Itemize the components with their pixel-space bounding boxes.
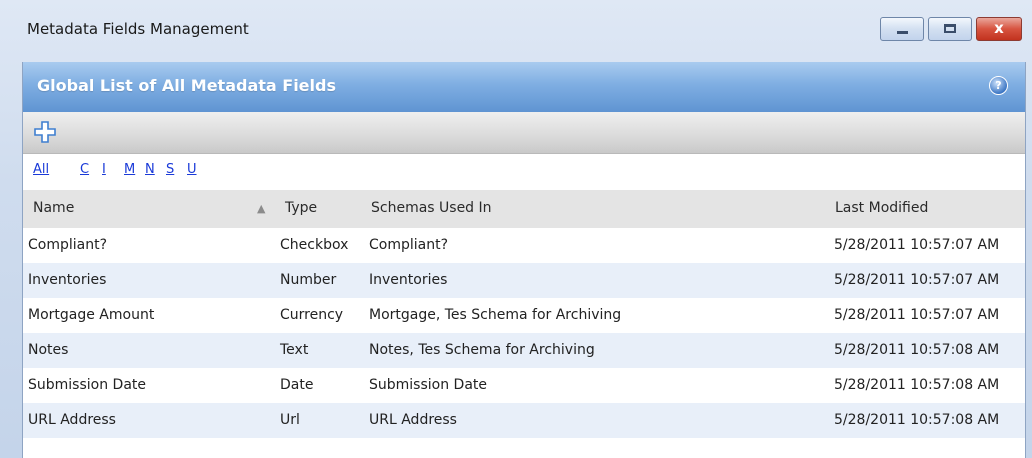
sort-ascending-icon: ▲ bbox=[257, 202, 266, 215]
cell-type: Text bbox=[280, 342, 309, 358]
cell-type: Checkbox bbox=[280, 237, 349, 253]
window-title: Metadata Fields Management bbox=[27, 20, 249, 38]
cell-last-modified: 5/28/2011 10:57:08 AM bbox=[834, 342, 1000, 358]
column-header-schemas[interactable]: Schemas Used In bbox=[371, 200, 492, 216]
alphabet-filter: All C I M N S U bbox=[23, 154, 1025, 190]
cell-type: Number bbox=[280, 272, 337, 288]
panel-header: Global List of All Metadata Fields ? bbox=[23, 62, 1025, 112]
minimize-icon bbox=[897, 31, 908, 34]
cell-last-modified: 5/28/2011 10:57:08 AM bbox=[834, 412, 1000, 428]
grid-body: Compliant? Checkbox Compliant? 5/28/2011… bbox=[23, 228, 1025, 438]
cell-schemas: Inventories bbox=[369, 272, 448, 288]
minimize-button[interactable] bbox=[880, 17, 924, 41]
cell-type: Url bbox=[280, 412, 300, 428]
column-header-last-modified[interactable]: Last Modified bbox=[835, 200, 928, 216]
cell-name: Submission Date bbox=[28, 377, 147, 393]
cell-schemas: Submission Date bbox=[369, 377, 488, 393]
cell-last-modified: 5/28/2011 10:57:08 AM bbox=[834, 377, 1000, 393]
table-row[interactable]: URL Address Url URL Address 5/28/2011 10… bbox=[23, 403, 1025, 438]
filter-letter-s[interactable]: S bbox=[166, 162, 174, 177]
table-row[interactable]: Notes Text Notes, Tes Schema for Archivi… bbox=[23, 333, 1025, 368]
grid-header: Name ▲ Type Schemas Used In Last Modifie… bbox=[23, 190, 1025, 228]
filter-letter-m[interactable]: M bbox=[124, 162, 135, 177]
cell-schemas: URL Address bbox=[369, 412, 457, 428]
table-row[interactable]: Mortgage Amount Currency Mortgage, Tes S… bbox=[23, 298, 1025, 333]
maximize-icon bbox=[944, 24, 956, 33]
cell-type: Date bbox=[280, 377, 314, 393]
cell-name: Compliant? bbox=[28, 237, 108, 253]
cell-last-modified: 5/28/2011 10:57:07 AM bbox=[834, 272, 1000, 288]
cell-name: Inventories bbox=[28, 272, 107, 288]
cell-schemas: Notes, Tes Schema for Archiving bbox=[369, 342, 595, 358]
plus-icon[interactable] bbox=[33, 120, 57, 144]
cell-last-modified: 5/28/2011 10:57:07 AM bbox=[834, 307, 1000, 323]
close-button[interactable]: x bbox=[976, 17, 1022, 41]
close-icon: x bbox=[994, 19, 1004, 37]
cell-name: Notes bbox=[28, 342, 69, 358]
help-icon[interactable]: ? bbox=[989, 76, 1008, 95]
column-header-name[interactable]: Name bbox=[33, 200, 74, 216]
cell-name: Mortgage Amount bbox=[28, 307, 155, 323]
maximize-button[interactable] bbox=[928, 17, 972, 41]
cell-type: Currency bbox=[280, 307, 344, 323]
table-row[interactable]: Compliant? Checkbox Compliant? 5/28/2011… bbox=[23, 228, 1025, 263]
cell-schemas: Mortgage, Tes Schema for Archiving bbox=[369, 307, 622, 323]
cell-last-modified: 5/28/2011 10:57:07 AM bbox=[834, 237, 1000, 253]
filter-letter-i[interactable]: I bbox=[102, 162, 106, 177]
title-bar[interactable]: Metadata Fields Management x bbox=[0, 0, 1032, 62]
filter-letter-n[interactable]: N bbox=[145, 162, 155, 177]
column-header-type[interactable]: Type bbox=[285, 200, 317, 216]
metadata-panel: Global List of All Metadata Fields ? All… bbox=[22, 62, 1026, 458]
filter-letter-u[interactable]: U bbox=[187, 162, 197, 177]
filter-all-link[interactable]: All bbox=[33, 162, 49, 177]
cell-schemas: Compliant? bbox=[369, 237, 449, 253]
filter-letter-c[interactable]: C bbox=[80, 162, 89, 177]
panel-title: Global List of All Metadata Fields bbox=[37, 76, 336, 95]
cell-name: URL Address bbox=[28, 412, 116, 428]
window-controls: x bbox=[880, 17, 1022, 43]
table-row[interactable]: Submission Date Date Submission Date 5/2… bbox=[23, 368, 1025, 403]
table-row[interactable]: Inventories Number Inventories 5/28/2011… bbox=[23, 263, 1025, 298]
toolbar bbox=[23, 112, 1025, 154]
metadata-fields-window: Metadata Fields Management x Global List… bbox=[0, 0, 1032, 458]
